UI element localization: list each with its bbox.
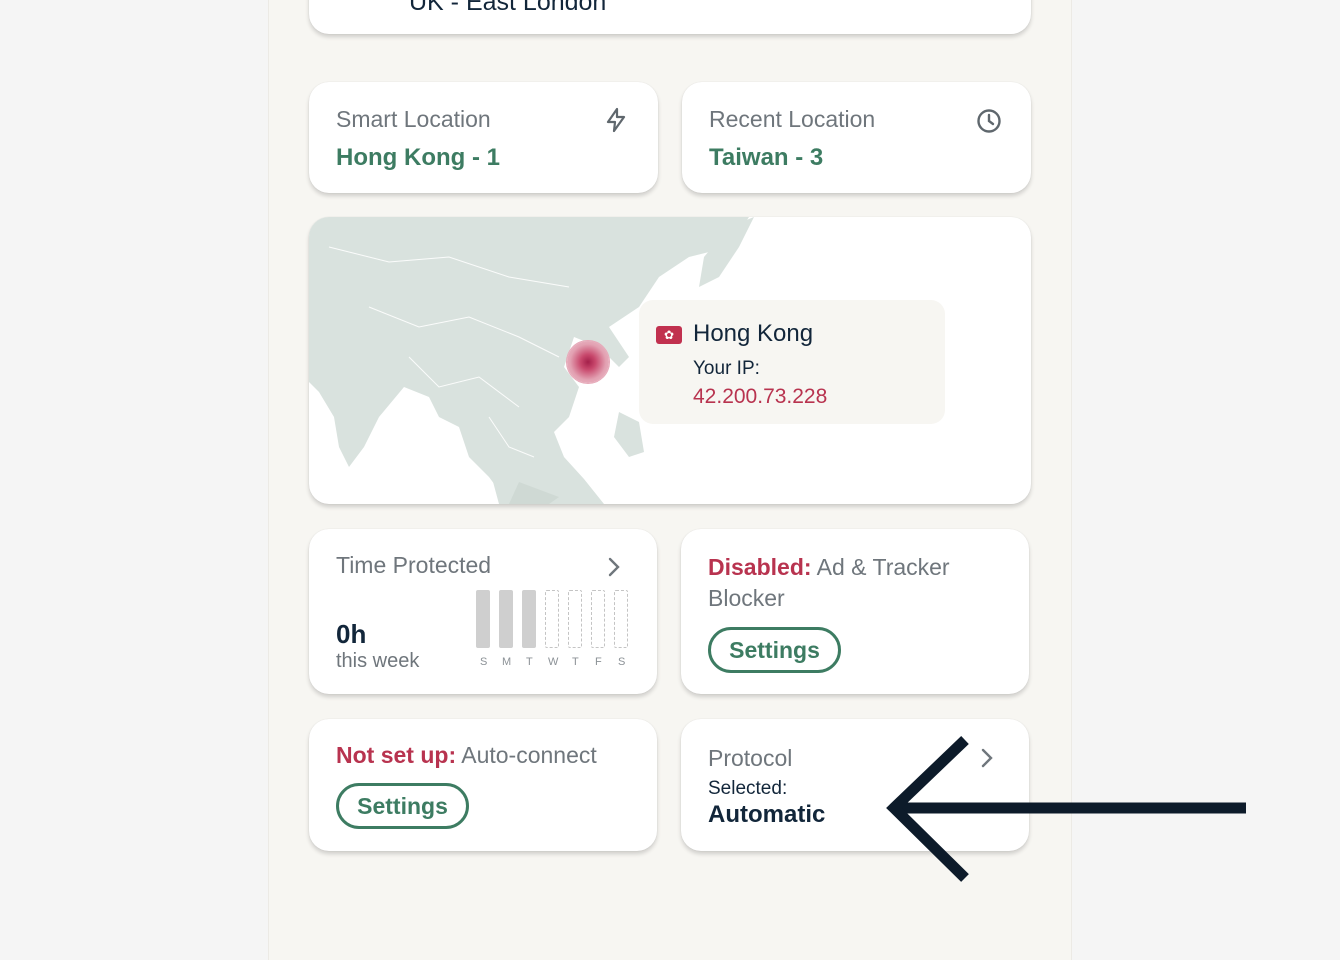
current-location-card[interactable]: UK - East London [309,0,1031,34]
current-location-label: UK - East London [409,0,606,12]
blocker-text: Disabled: Ad & Tracker Blocker [708,552,1008,614]
map-country-label: Hong Kong [693,320,814,347]
day-label: S [480,656,488,668]
blocker-card[interactable]: Disabled: Ad & Tracker Blocker Settings [681,529,1029,694]
smart-location-value: Hong Kong - 1 [336,144,500,171]
autoconnect-text: Not set up: Auto-connect [336,742,597,769]
hong-kong-flag-icon: ✿ [656,326,682,344]
lightning-icon [606,107,626,133]
protocol-title: Protocol [708,745,793,771]
map-card[interactable]: ✿ Hong Kong Your IP: 42.200.73.228 [309,217,1031,504]
ip-address: 42.200.73.228 [693,385,828,408]
autoconnect-card[interactable]: Not set up: Auto-connect Settings [309,719,657,851]
bar-day-5 [568,590,582,648]
protocol-selected-label: Selected: [708,778,788,799]
smart-location-title: Smart Location [336,106,491,132]
day-label: S [618,656,626,668]
recent-location-title: Recent Location [709,106,876,132]
ip-info-popup: ✿ Hong Kong Your IP: 42.200.73.228 [639,300,945,424]
clock-icon [977,109,1001,133]
autoconnect-settings-button[interactable]: Settings [336,783,469,829]
bar-day-6 [591,590,605,648]
bar-day-2 [499,590,513,648]
day-label: F [595,656,602,668]
location-marker [567,341,609,383]
protocol-value: Automatic [708,801,826,828]
recent-location-card[interactable]: Recent Location Taiwan - 3 [682,82,1031,193]
day-label: T [572,656,579,668]
ip-label: Your IP: [693,358,760,379]
day-label: W [548,656,559,668]
bar-day-3 [522,590,536,648]
recent-location-value: Taiwan - 3 [709,144,824,171]
time-protected-title: Time Protected [336,552,492,578]
blocker-settings-button[interactable]: Settings [708,627,841,673]
autoconnect-status: Not set up: [336,742,457,768]
bar-day-7 [614,590,628,648]
bar-day-4 [545,590,559,648]
day-label: T [526,656,533,668]
blocker-status: Disabled: [708,554,812,580]
bar-day-1 [476,590,490,648]
period-label: this week [336,650,420,672]
annotation-arrow-icon [886,736,1246,882]
smart-location-card[interactable]: Smart Location Hong Kong - 1 [309,82,658,193]
time-protected-card[interactable]: Time Protected 0h this week S M T W T F … [309,529,657,694]
chevron-right-icon [608,557,620,577]
day-label: M [502,656,512,668]
hours-value: 0h [336,619,367,649]
autoconnect-title: Auto-connect [461,742,597,768]
